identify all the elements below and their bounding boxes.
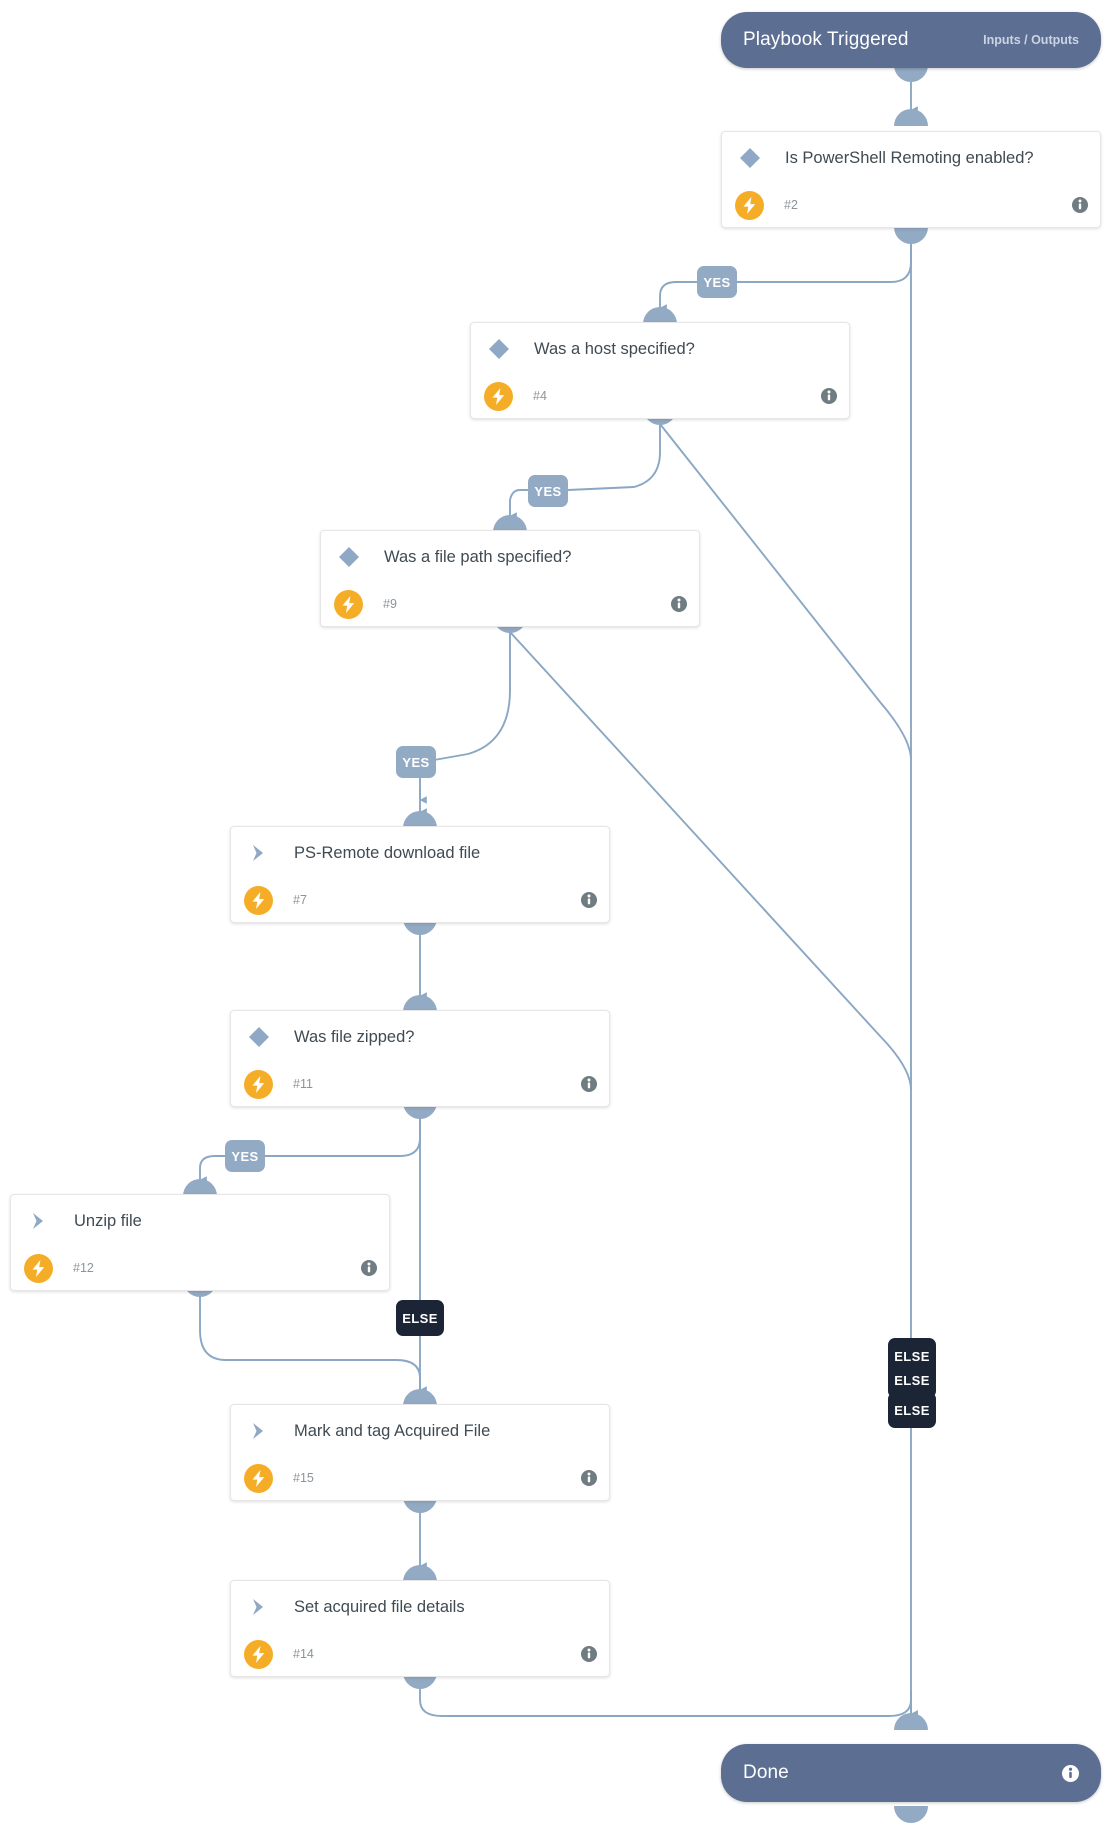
node-card-is-powershell-remoting-enabled[interactable]: Is PowerShell Remoting enabled? #2 [721,131,1101,228]
diamond-icon [481,338,517,360]
done-title: Done [743,1762,789,1783]
branch-label-yes-node4[interactable]: YES [528,475,568,507]
branch-label-yes-node11[interactable]: YES [225,1140,265,1172]
card-footer-row: #2 [722,184,1100,226]
card-number: #11 [293,1077,313,1091]
card-title: PS-Remote download file [294,843,481,862]
card-number: #2 [784,198,798,212]
card-footer-row: #4 [471,375,849,417]
card-number: #7 [293,893,307,907]
card-number: #4 [533,389,547,403]
card-header-row: Mark and tag Acquired File [231,1405,609,1457]
card-footer-row: #12 [11,1247,389,1289]
chevron-right-icon [241,843,277,863]
bolt-icon [735,190,764,220]
card-header-row: Is PowerShell Remoting enabled? [722,132,1100,184]
card-title: Mark and tag Acquired File [294,1421,491,1440]
card-title: Unzip file [74,1211,142,1230]
info-icon[interactable] [671,596,687,612]
node-card-unzip-file[interactable]: Unzip file #12 [10,1194,390,1291]
bolt-icon [244,1639,273,1669]
node-card-ps-remote-download-file[interactable]: PS-Remote download file #7 [230,826,610,923]
playbook-triggered-node[interactable]: Playbook Triggered Inputs / Outputs [721,12,1101,68]
node-card-set-acquired-file-details[interactable]: Set acquired file details #14 [230,1580,610,1677]
node-card-was-a-file-path-specified[interactable]: Was a file path specified? #9 [320,530,700,627]
card-header-row: Was a file path specified? [321,531,699,583]
card-title: Was a file path specified? [384,547,572,566]
chevron-right-icon [241,1597,277,1617]
card-footer-row: #11 [231,1063,609,1105]
branch-label-yes-node2[interactable]: YES [697,266,737,298]
card-number: #9 [383,597,397,611]
card-number: #15 [293,1471,314,1485]
playbook-triggered-title: Playbook Triggered [743,29,909,50]
branch-label-text: YES [703,274,731,290]
bolt-icon [244,1463,273,1493]
info-icon[interactable] [581,1470,597,1486]
branch-label-text: ELSE [894,1348,930,1364]
card-footer-row: #9 [321,583,699,625]
node-card-was-file-zipped[interactable]: Was file zipped? #11 [230,1010,610,1107]
bolt-icon [24,1253,53,1283]
branch-label-text: ELSE [894,1372,930,1388]
info-icon[interactable] [1062,1764,1079,1782]
card-header-row: Unzip file [11,1195,389,1247]
branch-label-yes-node9[interactable]: YES [396,746,436,778]
branch-label-else-stack-1[interactable]: ELSE [888,1338,936,1374]
card-footer-row: #15 [231,1457,609,1499]
bolt-icon [244,885,273,915]
inputs-outputs-link[interactable]: Inputs / Outputs [983,33,1079,47]
branch-label-text: YES [402,754,430,770]
workflow-canvas[interactable]: Playbook Triggered Inputs / Outputs Is P… [0,0,1110,1829]
node-card-mark-and-tag-acquired-file[interactable]: Mark and tag Acquired File #15 [230,1404,610,1501]
info-icon[interactable] [1072,197,1088,213]
diamond-icon [331,546,367,568]
card-header-row: Was a host specified? [471,323,849,375]
info-icon[interactable] [581,1646,597,1662]
card-header-row: Was file zipped? [231,1011,609,1063]
info-icon[interactable] [581,1076,597,1092]
card-title: Was a host specified? [534,339,695,358]
branch-label-else-node11[interactable]: ELSE [396,1300,444,1336]
branch-label-text: YES [534,483,562,499]
bolt-icon [334,589,363,619]
card-header-row: Set acquired file details [231,1581,609,1633]
card-title: Is PowerShell Remoting enabled? [785,148,1034,167]
info-icon[interactable] [361,1260,377,1276]
branch-label-text: ELSE [402,1310,438,1326]
diamond-icon [732,147,768,169]
branch-label-text: YES [231,1148,259,1164]
card-title: Was file zipped? [294,1027,415,1046]
done-node[interactable]: Done [721,1744,1101,1802]
card-number: #12 [73,1261,94,1275]
diamond-icon [241,1026,277,1048]
bolt-icon [244,1069,273,1099]
node-card-was-a-host-specified[interactable]: Was a host specified? #4 [470,322,850,419]
card-footer-row: #14 [231,1633,609,1675]
info-icon[interactable] [821,388,837,404]
bolt-icon [484,381,513,411]
branch-label-text: ELSE [894,1402,930,1418]
info-icon[interactable] [581,892,597,908]
branch-label-else-stack-3[interactable]: ELSE [888,1392,936,1428]
card-footer-row: #7 [231,879,609,921]
card-header-row: PS-Remote download file [231,827,609,879]
chevron-right-icon [21,1211,57,1231]
card-title: Set acquired file details [294,1597,465,1616]
card-number: #14 [293,1647,314,1661]
chevron-right-icon [241,1421,277,1441]
